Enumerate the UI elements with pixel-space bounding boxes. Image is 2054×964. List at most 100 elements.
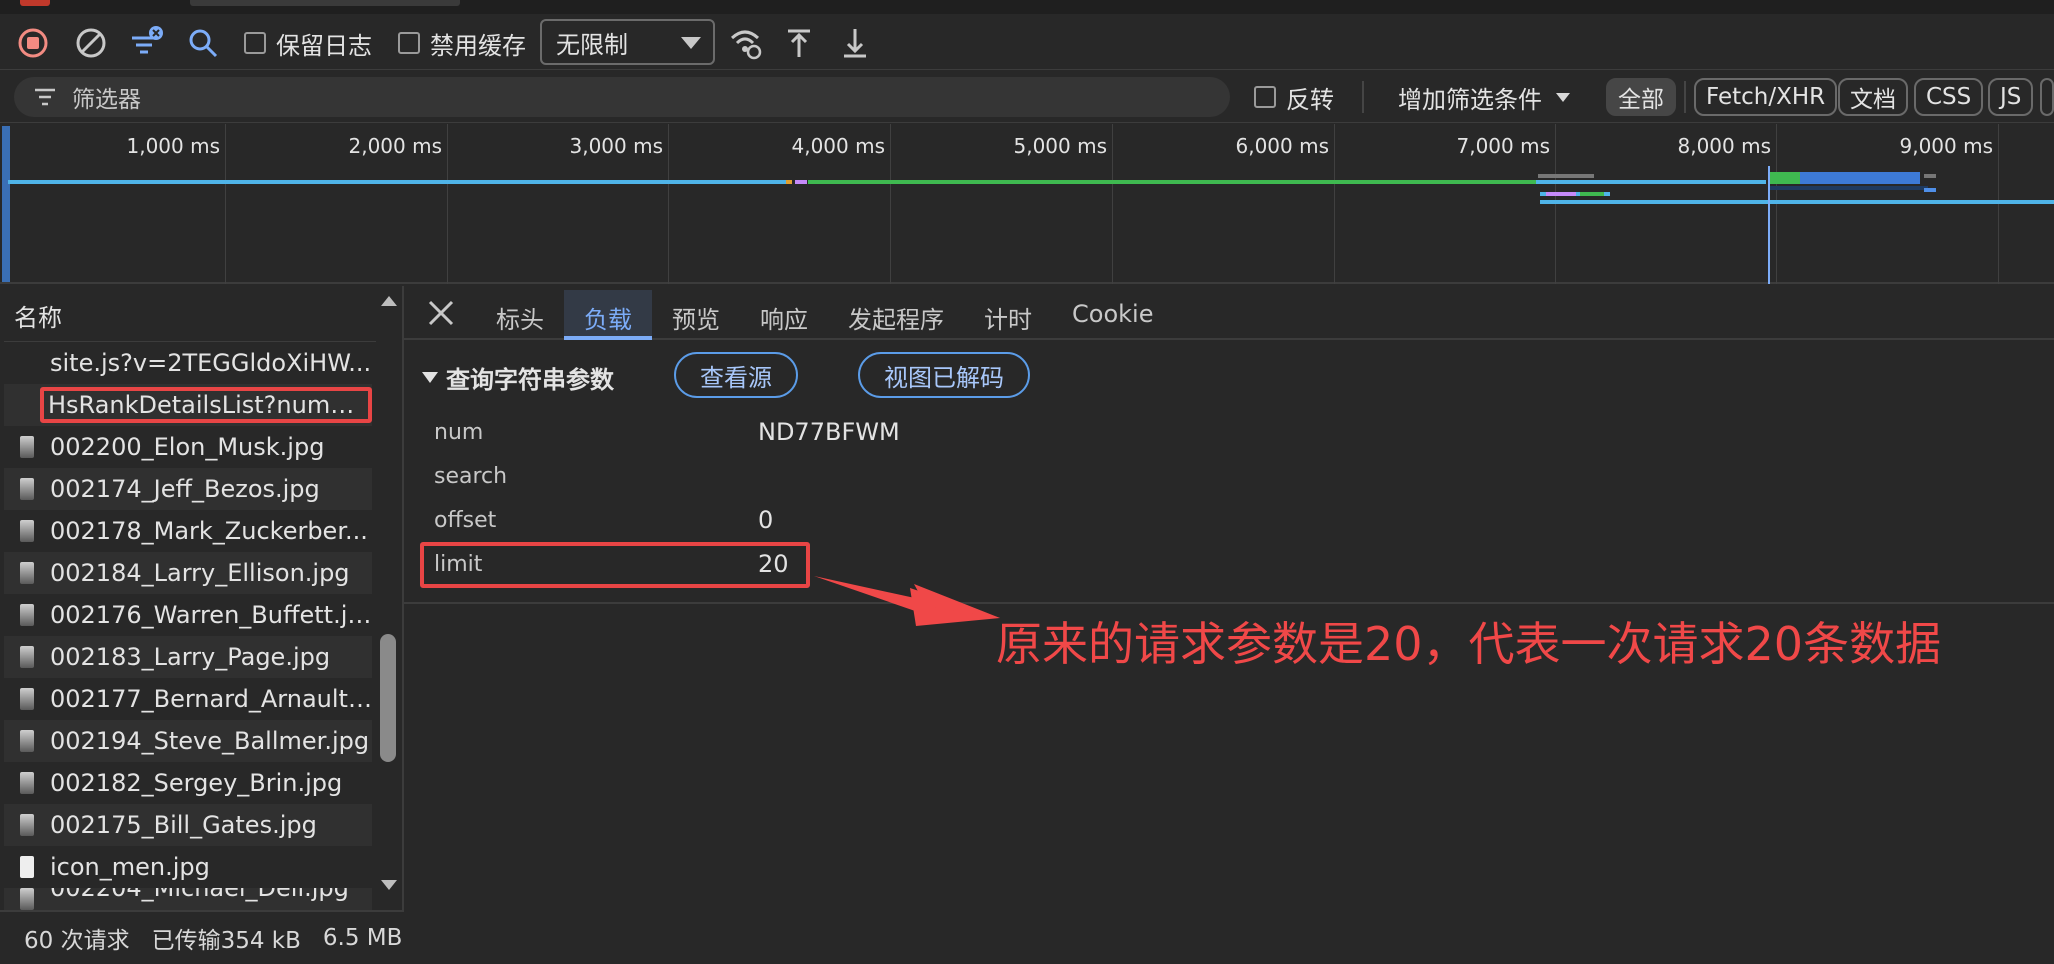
request-name: 002183_Larry_Page.jpg: [50, 643, 331, 671]
timeline-bar: [1546, 192, 1576, 196]
checkbox-box[interactable]: [398, 32, 420, 54]
timeline-bar: [1768, 186, 1928, 190]
network-conditions-icon[interactable]: [728, 26, 762, 60]
disable-cache-checkbox[interactable]: 禁用缓存: [398, 28, 526, 60]
tab-headers[interactable]: 标头: [496, 300, 544, 335]
section-title: 查询字符串参数: [446, 366, 614, 394]
request-row[interactable]: 002200_Elon_Musk.jpg: [4, 426, 372, 468]
tab-payload[interactable]: 负载: [584, 300, 632, 335]
request-name: 002182_Sergey_Brin.jpg: [50, 769, 343, 797]
scroll-up-icon[interactable]: [381, 296, 397, 306]
request-row[interactable]: 002184_Larry_Ellison.jpg: [4, 552, 372, 594]
request-row[interactable]: 002175_Bill_Gates.jpg: [4, 804, 372, 846]
request-row[interactable]: 002174_Jeff_Bezos.jpg: [4, 468, 372, 510]
tick-label: 8,000 ms: [1677, 134, 1771, 158]
tick-line: [1998, 124, 1999, 284]
param-value: ND77BFWM: [758, 418, 900, 446]
checkbox-box[interactable]: [1254, 86, 1276, 108]
detail-tabs: 标头 负载 预览 响应 发起程序 计时 Cookie: [404, 286, 2054, 340]
filter-chip-js[interactable]: JS: [1988, 78, 2034, 116]
tick-label: 1,000 ms: [126, 134, 220, 158]
filter-chip-doc[interactable]: 文档: [1838, 78, 1908, 116]
upload-har-icon[interactable]: [782, 26, 816, 60]
window-top-strip: [0, 0, 2054, 14]
request-row[interactable]: 002194_Steve_Ballmer.jpg: [4, 720, 372, 762]
image-thumbnail: [20, 856, 34, 878]
tick-line: [1334, 124, 1335, 284]
timeline-overview[interactable]: 1,000 ms 2,000 ms 3,000 ms 4,000 ms 5,00…: [0, 124, 2054, 284]
request-row[interactable]: site.js?v=2TEGGldoXiHW...: [4, 342, 372, 384]
more-filters-dropdown[interactable]: 增加筛选条件: [1398, 80, 1570, 114]
filter-bar: 筛选器 反转 增加筛选条件 全部 Fetch/XHR 文档 CSS JS: [0, 71, 2054, 123]
download-har-icon[interactable]: [838, 26, 872, 60]
throttling-select[interactable]: 无限制: [540, 19, 715, 65]
image-thumbnail: [20, 562, 34, 584]
request-name: 002178_Mark_Zuckerber...: [50, 517, 368, 545]
request-row[interactable]: 002183_Larry_Page.jpg: [4, 636, 372, 678]
request-row[interactable]: 002177_Bernard_Arnault.j...: [4, 678, 372, 720]
request-row[interactable]: 002204_Michael_Dell.jpg: [4, 888, 372, 910]
timeline-bar: [786, 180, 792, 184]
tick-label: 2,000 ms: [348, 134, 442, 158]
param-key: offset: [434, 508, 497, 533]
name-column-header[interactable]: 名称: [4, 286, 380, 342]
timeline-bar: [1536, 180, 1766, 184]
image-thumbnail: [20, 604, 34, 626]
tab-timing[interactable]: 计时: [984, 300, 1032, 335]
filter-input[interactable]: 筛选器: [14, 77, 1230, 117]
timeline-bar: [808, 180, 1536, 184]
checkbox-box[interactable]: [244, 32, 266, 54]
filter-chip-all[interactable]: 全部: [1606, 78, 1676, 116]
invert-checkbox[interactable]: 反转: [1254, 80, 1334, 114]
more-filters-label: 增加筛选条件: [1398, 85, 1542, 114]
tick-line: [668, 124, 669, 284]
clear-icon[interactable]: [74, 26, 108, 60]
filter-chip-fetch-xhr[interactable]: Fetch/XHR: [1694, 78, 1838, 116]
scroll-down-icon[interactable]: [381, 880, 397, 890]
request-name: site.js?v=2TEGGldoXiHW...: [50, 349, 372, 377]
timeline-bar: [1924, 188, 1936, 192]
filter-lines-icon: [35, 88, 55, 106]
request-row-selected[interactable]: HsRankDetailsList?num=...: [4, 384, 372, 426]
divider: [1684, 81, 1686, 113]
tab-preview[interactable]: 预览: [672, 300, 720, 335]
browser-tab-marker: [20, 0, 50, 6]
request-name: 002176_Warren_Buffett.jpg: [50, 601, 372, 629]
tick-label: 4,000 ms: [791, 134, 885, 158]
query-params-section-header[interactable]: 查询字符串参数: [422, 360, 614, 395]
param-key: search: [434, 464, 508, 489]
request-row[interactable]: 002178_Mark_Zuckerber...: [4, 510, 372, 552]
transferred-size: 已传输354 kB: [151, 928, 301, 954]
scrollbar-thumb[interactable]: [380, 634, 396, 762]
search-icon[interactable]: [186, 26, 220, 60]
triangle-down-icon: [422, 372, 438, 383]
browser-tab-marker: [190, 0, 460, 6]
preserve-log-checkbox[interactable]: 保留日志: [244, 28, 372, 60]
tab-response[interactable]: 响应: [760, 300, 808, 335]
filter-chip-overflow[interactable]: [2040, 78, 2054, 116]
stop-recording-icon[interactable]: [16, 26, 50, 60]
request-name: icon_men.jpg: [50, 853, 210, 881]
close-icon[interactable]: [424, 296, 458, 330]
tab-initiator[interactable]: 发起程序: [848, 300, 944, 335]
tick-label: 7,000 ms: [1456, 134, 1550, 158]
request-rows: site.js?v=2TEGGldoXiHW... HsRankDetailsL…: [4, 342, 372, 910]
timeline-start-handle[interactable]: [2, 126, 10, 282]
filter-chip-css[interactable]: CSS: [1914, 78, 1984, 116]
request-list-scrollbar[interactable]: [376, 286, 400, 910]
timeline-bar: [8, 180, 786, 184]
view-decoded-button[interactable]: 视图已解码: [858, 352, 1030, 398]
request-name: 002194_Steve_Ballmer.jpg: [50, 727, 370, 755]
image-thumbnail: [20, 688, 34, 710]
image-thumbnail: [20, 730, 34, 752]
filter-icon[interactable]: [130, 26, 164, 60]
preserve-log-label: 保留日志: [276, 31, 372, 60]
request-row[interactable]: icon_men.jpg: [4, 846, 372, 888]
request-count: 60 次请求: [24, 928, 130, 954]
view-source-button[interactable]: 查看源: [674, 352, 798, 398]
invert-label: 反转: [1286, 85, 1334, 114]
request-row[interactable]: 002176_Warren_Buffett.jpg: [4, 594, 372, 636]
tab-cookies[interactable]: Cookie: [1072, 300, 1153, 328]
image-thumbnail: [20, 520, 34, 542]
request-row[interactable]: 002182_Sergey_Brin.jpg: [4, 762, 372, 804]
